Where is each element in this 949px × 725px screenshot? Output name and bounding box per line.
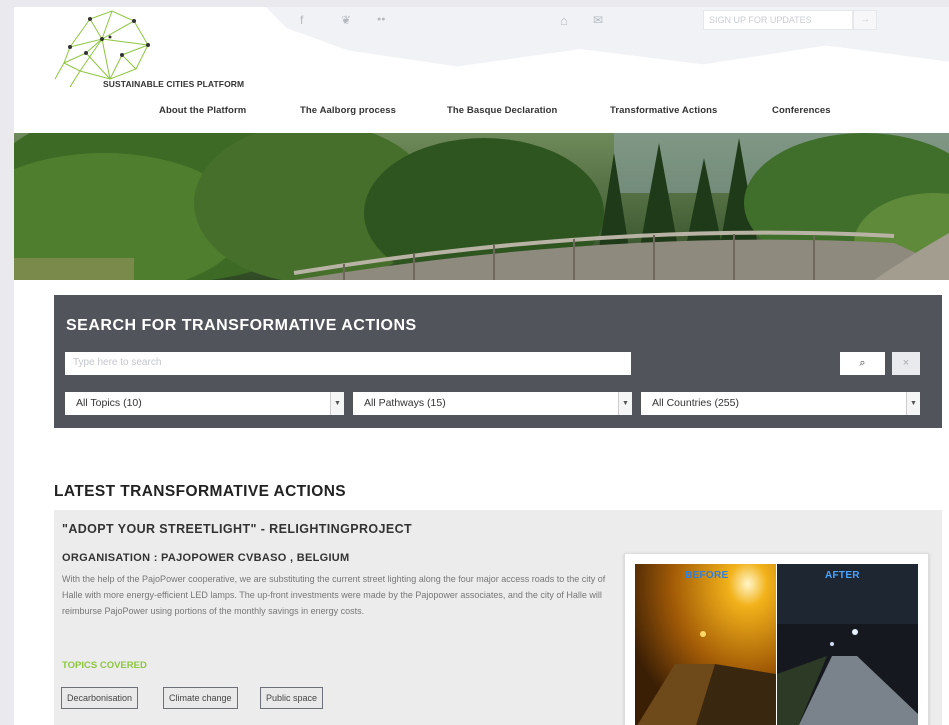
tag-climate-change[interactable]: Climate change xyxy=(163,687,238,709)
nav-aalborg[interactable]: The Aalborg process xyxy=(300,105,396,116)
nav-about[interactable]: About the Platform xyxy=(159,105,246,116)
countries-select[interactable]: All Countries (255) ▼ xyxy=(641,392,920,415)
latest-heading: LATEST TRANSFORMATIVE ACTIONS xyxy=(54,483,347,500)
after-photo xyxy=(777,564,918,725)
chevron-down-icon[interactable]: ▼ xyxy=(906,392,920,415)
tag-decarbonisation[interactable]: Decarbonisation xyxy=(61,687,139,709)
hero-forest-bridge-image xyxy=(14,133,949,280)
topics-select-value: All Topics (10) xyxy=(76,397,142,409)
flickr-icon[interactable]: ●● xyxy=(377,16,385,23)
search-title: SEARCH FOR TRANSFORMATIVE ACTIONS xyxy=(66,317,417,334)
search-input[interactable]: Type here to search xyxy=(65,352,631,375)
logo-icon[interactable] xyxy=(50,7,156,89)
facebook-icon[interactable]: f xyxy=(300,13,303,27)
chevron-down-icon[interactable]: ▼ xyxy=(330,392,344,415)
before-photo xyxy=(635,564,776,725)
pathways-select[interactable]: All Pathways (15) ▼ xyxy=(353,392,632,415)
site-header: SUSTAINABLE CITIES PLATFORM f ❦ ●● ⌂ ✉ S… xyxy=(14,7,949,134)
card-organisation: ORGANISATION : PAJOPOWER CVBASO , BELGIU… xyxy=(62,552,350,564)
tag-public-space[interactable]: Public space xyxy=(260,687,324,709)
pathways-select-value: All Pathways (15) xyxy=(364,397,446,409)
before-after-photo[interactable]: BEFORE AFTER xyxy=(624,553,929,725)
close-icon: × xyxy=(902,357,910,369)
home-icon[interactable]: ⌂ xyxy=(560,13,568,28)
topics-covered-label: TOPICS COVERED xyxy=(62,660,147,671)
brand-title: SUSTAINABLE CITIES PLATFORM xyxy=(103,79,245,89)
search-icon: ⌕ xyxy=(859,357,866,369)
before-label: BEFORE xyxy=(685,570,729,581)
countries-select-value: All Countries (255) xyxy=(652,397,739,409)
search-panel: SEARCH FOR TRANSFORMATIVE ACTIONS Type h… xyxy=(54,295,942,428)
chevron-down-icon[interactable]: ▼ xyxy=(618,392,632,415)
signup-submit-button[interactable]: → xyxy=(853,10,877,30)
nav-transformative-actions[interactable]: Transformative Actions xyxy=(610,105,717,116)
nav-conferences[interactable]: Conferences xyxy=(772,105,831,116)
card-title[interactable]: "ADOPT YOUR STREETLIGHT" - RELIGHTINGPRO… xyxy=(62,522,412,536)
after-label: AFTER xyxy=(825,570,860,581)
action-card: "ADOPT YOUR STREETLIGHT" - RELIGHTINGPRO… xyxy=(54,510,942,725)
mail-icon[interactable]: ✉ xyxy=(593,13,603,27)
page: SUSTAINABLE CITIES PLATFORM f ❦ ●● ⌂ ✉ S… xyxy=(14,7,949,725)
topics-select[interactable]: All Topics (10) ▼ xyxy=(65,392,344,415)
nav-basque[interactable]: The Basque Declaration xyxy=(447,105,557,116)
clear-search-button[interactable]: × xyxy=(892,352,920,375)
card-description: With the help of the PajoPower cooperati… xyxy=(62,574,606,616)
search-button[interactable]: ⌕ xyxy=(840,352,885,375)
twitter-icon[interactable]: ❦ xyxy=(341,13,351,27)
signup-input[interactable]: SIGN UP FOR UPDATES xyxy=(703,10,853,30)
